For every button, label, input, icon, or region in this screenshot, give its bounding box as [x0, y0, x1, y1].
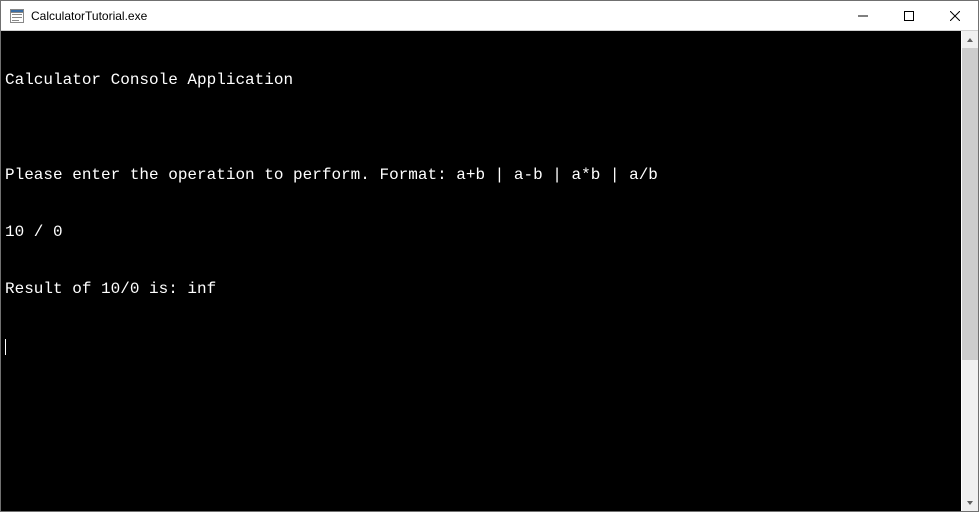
scroll-up-button[interactable] — [962, 31, 978, 48]
console-line: 10 / 0 — [5, 223, 957, 242]
console-cursor-line — [5, 337, 957, 356]
window-title: CalculatorTutorial.exe — [31, 9, 147, 23]
vertical-scrollbar[interactable] — [961, 31, 978, 511]
console-text: Result of 10/0 is: inf — [5, 280, 216, 298]
scroll-down-button[interactable] — [962, 494, 978, 511]
console-output[interactable]: Calculator Console Application Please en… — [1, 31, 961, 511]
minimize-button[interactable] — [840, 1, 886, 30]
text-cursor — [5, 339, 6, 355]
console-line: Result of 10/0 is: inf — [5, 280, 957, 299]
app-icon — [9, 8, 25, 24]
close-button[interactable] — [932, 1, 978, 30]
maximize-button[interactable] — [886, 1, 932, 30]
console-line: Please enter the operation to perform. F… — [5, 166, 957, 185]
window-controls — [840, 1, 978, 30]
console-line: Calculator Console Application — [5, 71, 957, 90]
titlebar[interactable]: CalculatorTutorial.exe — [1, 1, 978, 31]
client-area: Calculator Console Application Please en… — [1, 31, 978, 511]
scroll-track[interactable] — [962, 48, 978, 494]
scroll-thumb[interactable] — [962, 48, 978, 360]
